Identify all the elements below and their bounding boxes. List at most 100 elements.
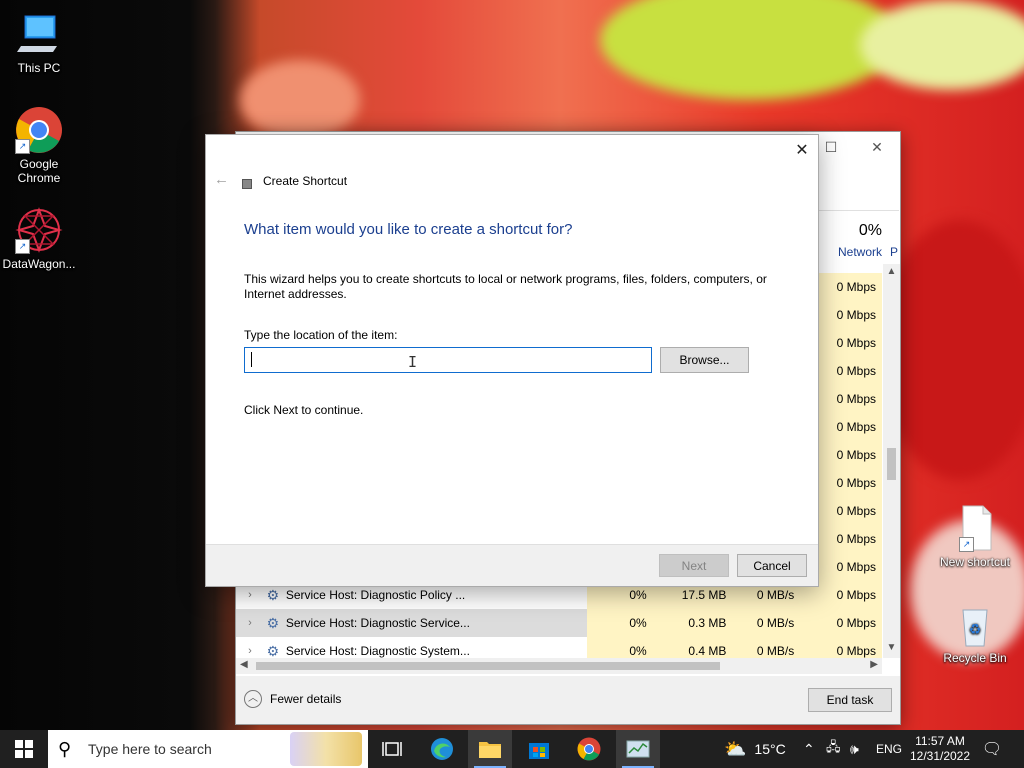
windows-logo-icon (15, 740, 33, 758)
browse-button[interactable]: Browse... (660, 347, 749, 373)
close-icon[interactable]: ✕ (854, 132, 900, 162)
network-cell: 0 Mbps (819, 385, 882, 413)
desktop-icon-this-pc[interactable]: This PC (0, 10, 78, 75)
scroll-up-icon[interactable]: ▲ (883, 266, 900, 282)
gear-icon: ⚙ (266, 614, 280, 631)
create-shortcut-dialog: ✕ ← Create Shortcut What item would you … (205, 134, 819, 587)
location-label: Type the location of the item: (244, 328, 398, 342)
vertical-scrollbar[interactable]: ▲ ▼ (883, 264, 900, 658)
cloudy-weather-icon: ⛅ (724, 738, 747, 759)
task-view-button[interactable] (370, 730, 414, 768)
horizontal-scrollbar[interactable]: ◀ ▶ (236, 658, 882, 674)
wizard-footer: Next Cancel (206, 544, 818, 586)
scroll-left-icon[interactable]: ◀ (240, 659, 248, 670)
network-cell: 0 Mbps (819, 301, 882, 329)
network-cell: 0 Mbps (819, 553, 882, 581)
end-task-button[interactable]: End task (808, 688, 892, 712)
scroll-right-icon[interactable]: ▶ (870, 659, 878, 670)
power-column-header-fragment[interactable]: P (890, 245, 900, 259)
desktop-icon-google-chrome[interactable]: ↗ Google Chrome (0, 106, 78, 185)
taskbar-chrome[interactable] (567, 730, 611, 768)
recycle-bin-icon: ♻ (951, 604, 999, 648)
folder-icon (479, 742, 501, 758)
location-input[interactable] (244, 347, 652, 373)
process-row-selected[interactable]: › ⚙ Service Host: Diagnostic Service... … (236, 609, 882, 637)
network-usage-percent: 0% (858, 222, 882, 239)
scroll-down-icon[interactable]: ▼ (883, 642, 900, 658)
shortcut-arrow-icon: ↗ (15, 139, 30, 154)
search-highlight-image[interactable] (290, 732, 362, 766)
taskbar-store[interactable] (517, 730, 561, 768)
shortcut-arrow-icon: ↗ (959, 537, 974, 552)
datawagon-icon: ↗ (15, 206, 63, 254)
start-button[interactable] (0, 730, 48, 768)
network-cell: 0 Mbps (819, 357, 882, 385)
task-manager-icon (626, 740, 650, 758)
clock-date: 12/31/2022 (909, 749, 971, 763)
next-button[interactable]: Next (659, 554, 729, 577)
expand-chevron-icon[interactable]: › (236, 617, 264, 629)
task-view-icon (382, 742, 402, 756)
taskbar: ⚲ Type here to search ⛅ 15°C ⌃ 🖧 🕪 ENG 1… (0, 730, 1024, 768)
network-cell: 0 Mbps (819, 329, 882, 357)
wallpaper-blob (240, 60, 360, 140)
network-cell: 0 Mbps (819, 469, 882, 497)
memory-cell: 0.3 MB (654, 609, 735, 637)
notification-center-icon[interactable]: 🗨 (982, 730, 1002, 768)
ibeam-cursor-icon: I (408, 353, 418, 371)
tm-tab-strip (819, 182, 899, 211)
gear-icon: ⚙ (266, 586, 280, 603)
network-cell: 0 Mbps (819, 525, 882, 553)
desktop-icon-label: Google Chrome (17, 157, 61, 185)
process-name: Service Host: Diagnostic Policy ... (285, 588, 466, 602)
expand-chevron-icon[interactable]: › (236, 589, 264, 601)
desktop-icon-recycle-bin[interactable]: ♻ Recycle Bin (936, 604, 1014, 665)
clock[interactable]: 11:57 AM 12/31/2022 (905, 730, 975, 768)
dialog-title: Create Shortcut (263, 174, 348, 188)
disk-cell: 0 MB/s (734, 609, 803, 637)
expand-chevron-icon[interactable]: › (236, 645, 264, 657)
network-cell: 0 Mbps (819, 441, 882, 469)
chevron-up-circle-icon[interactable]: ︿ (244, 690, 262, 708)
volume-icon[interactable]: 🕪 (850, 730, 859, 768)
network-icon[interactable]: 🖧 (826, 730, 841, 768)
taskbar-task-manager[interactable] (616, 730, 660, 768)
shortcut-arrow-icon: ↗ (15, 239, 30, 254)
taskbar-search-box[interactable]: ⚲ Type here to search (48, 730, 368, 768)
cpu-cell: 0% (586, 609, 655, 637)
svg-text:♻: ♻ (969, 622, 982, 638)
search-placeholder: Type here to search (88, 741, 212, 757)
monitor-icon (15, 10, 63, 58)
wallpaper-blob (860, 0, 1024, 90)
task-manager-footer: ︿ Fewer details End task (236, 676, 900, 724)
clock-time: 11:57 AM (915, 734, 965, 748)
cancel-button[interactable]: Cancel (737, 554, 807, 577)
file-shortcut-icon: ↗ (951, 504, 999, 552)
edge-icon (431, 738, 453, 760)
taskbar-file-explorer[interactable] (468, 730, 512, 768)
desktop-icon-new-shortcut[interactable]: ↗ New shortcut (936, 504, 1014, 569)
scrollbar-thumb[interactable] (256, 662, 720, 670)
wallpaper-blob (880, 220, 1024, 480)
desktop-icon-label: This PC (17, 61, 61, 75)
weather-temperature: 15°C (754, 741, 786, 757)
process-name: Service Host: Diagnostic System... (285, 644, 470, 658)
network-column-header[interactable]: Network (816, 245, 882, 259)
wizard-heading: What item would you like to create a sho… (244, 221, 573, 238)
store-icon (529, 743, 549, 759)
chrome-icon: ↗ (15, 106, 63, 154)
fewer-details-link[interactable]: Fewer details (270, 692, 341, 706)
process-name: Service Host: Diagnostic Service... (285, 616, 470, 630)
desktop-icon-datawagon[interactable]: ↗ DataWagon... (0, 206, 78, 271)
scrollbar-thumb[interactable] (887, 448, 896, 480)
close-icon[interactable]: ✕ (786, 135, 818, 165)
weather-widget[interactable]: ⛅ 15°C (724, 730, 786, 768)
show-hidden-icons-chevron[interactable]: ⌃ (803, 730, 815, 768)
text-caret (251, 352, 252, 367)
taskbar-edge[interactable] (420, 730, 464, 768)
network-cell: 0 Mbps (802, 609, 882, 637)
language-indicator[interactable]: ENG (876, 730, 902, 768)
chrome-icon (577, 737, 601, 761)
back-arrow-icon[interactable]: ← (214, 171, 229, 188)
desktop-icon-label: New shortcut (939, 555, 1011, 569)
